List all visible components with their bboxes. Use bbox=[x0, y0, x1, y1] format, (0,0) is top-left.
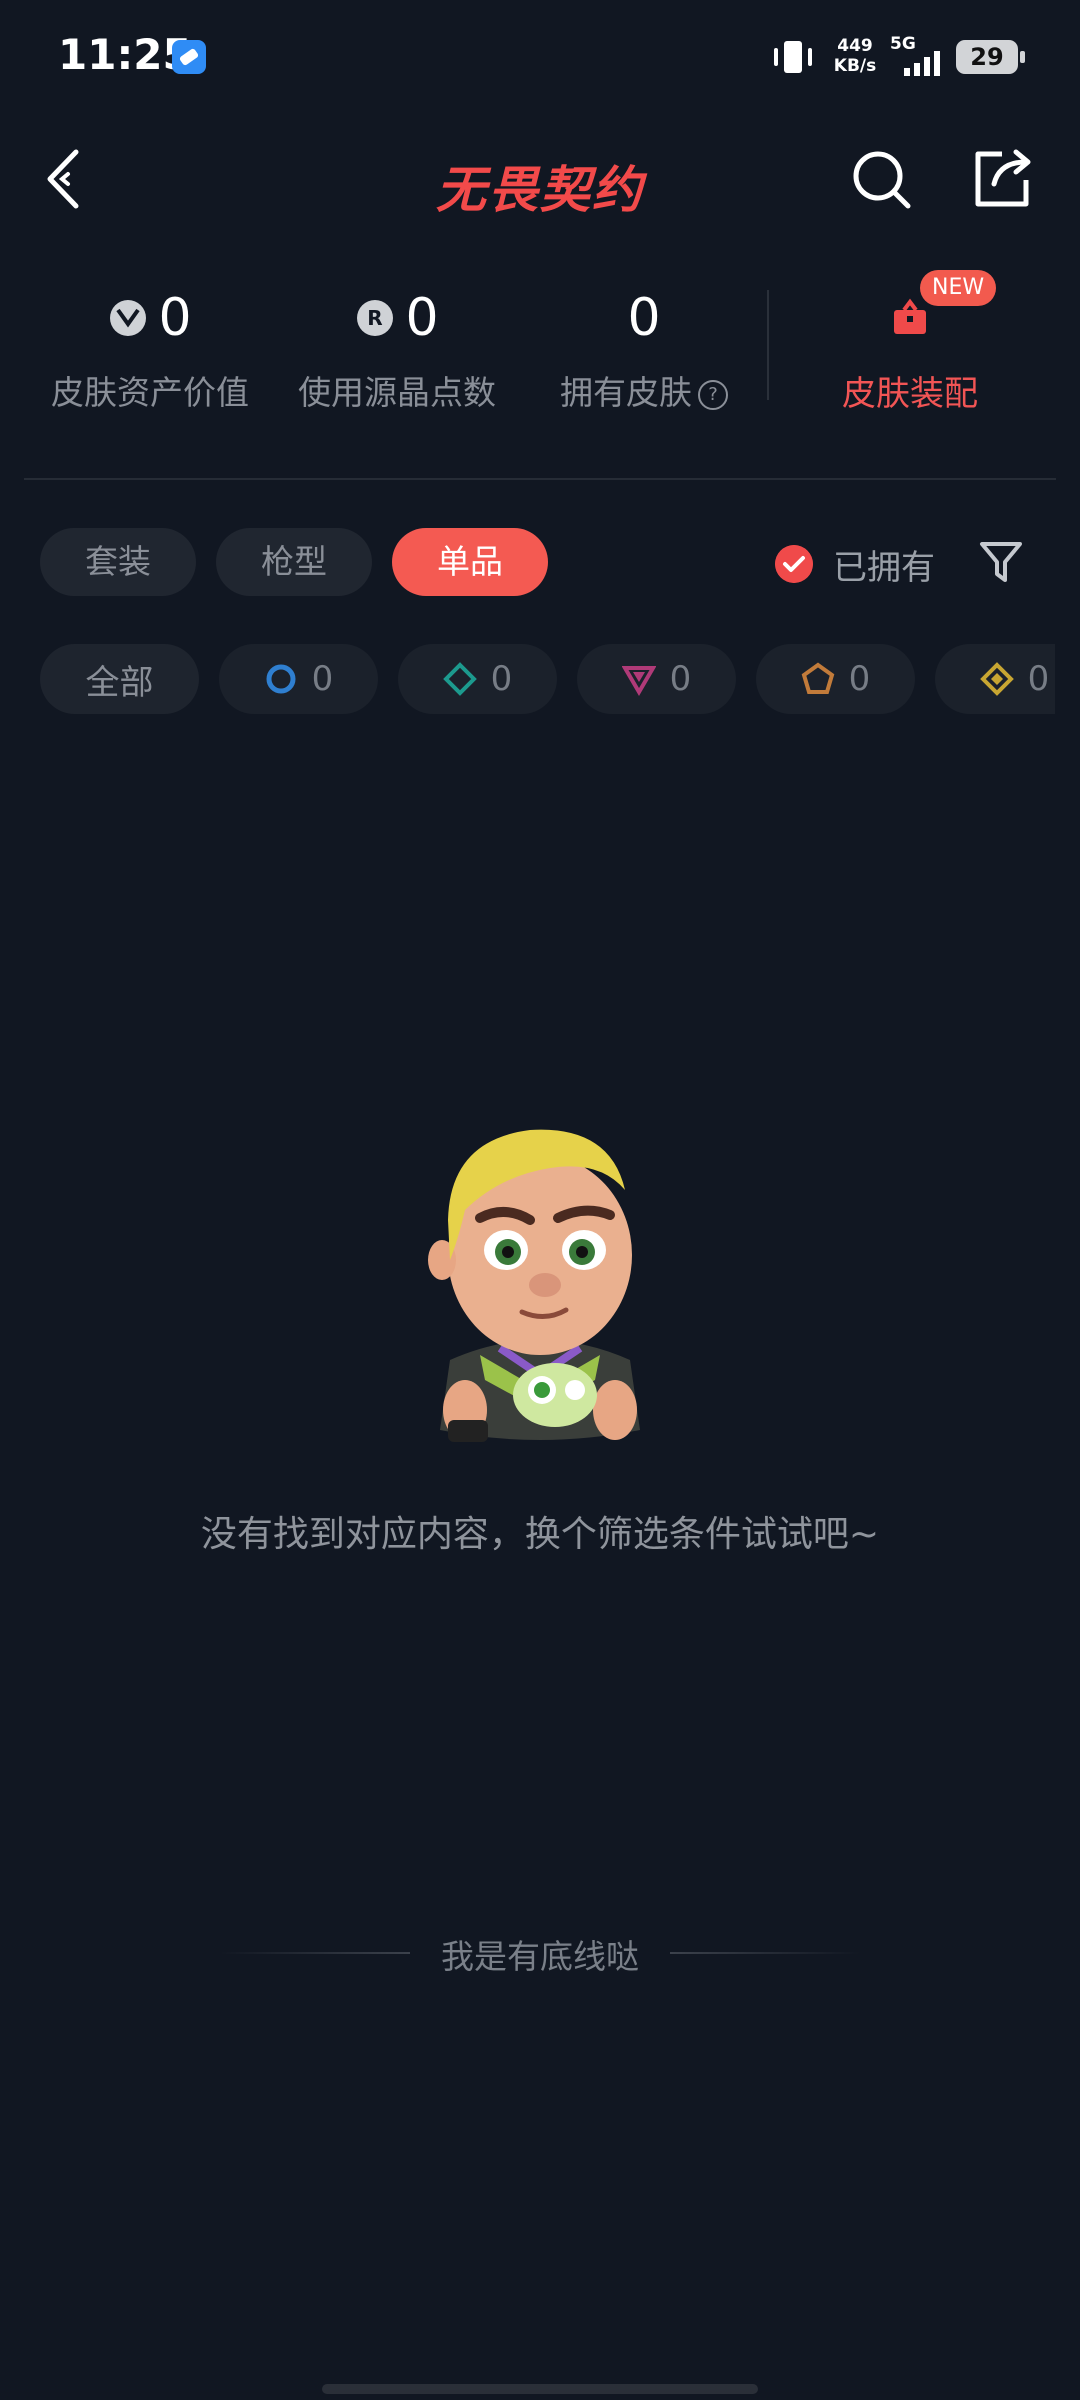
filter-icon[interactable] bbox=[978, 538, 1024, 586]
stats-divider bbox=[767, 290, 769, 400]
radianite-label: 使用源晶点数 bbox=[298, 373, 496, 412]
rarity-count: 0 bbox=[669, 659, 692, 699]
rarity-filter-select[interactable]: 0 bbox=[219, 644, 378, 714]
triangle-tier-icon bbox=[621, 666, 656, 696]
tab-bundle[interactable]: 套装 bbox=[40, 528, 196, 596]
rarity-filter-exclusive[interactable]: 0 bbox=[935, 644, 1055, 714]
app-notification-icon bbox=[172, 40, 206, 74]
stat-owned-skins: 0 拥有皮肤? bbox=[519, 280, 769, 414]
rarity-count: 0 bbox=[1027, 659, 1050, 699]
status-bar: 11:25 449 KB/s 5G 29 bbox=[0, 0, 1080, 110]
section-divider bbox=[24, 478, 1056, 480]
pentagon-tier-icon bbox=[801, 662, 834, 694]
asset-value: 0 bbox=[158, 288, 192, 348]
skin-equip-label: 皮肤装配 bbox=[842, 374, 978, 414]
search-icon[interactable] bbox=[850, 148, 914, 212]
rarity-filter-row: 全部 0 0 0 0 0 bbox=[40, 644, 1055, 714]
empty-state-message: 没有找到对应内容，换个筛选条件试试吧~ bbox=[200, 1514, 880, 1555]
stats-panel: 0 皮肤资产价值 R 0 使用源晶点数 0 拥有皮肤? NEW 皮肤装配 bbox=[0, 270, 1080, 430]
header: 无畏契约 bbox=[0, 120, 1080, 240]
circle-tier-icon bbox=[266, 664, 296, 694]
diamond-tier-icon bbox=[442, 662, 477, 696]
signal-icon bbox=[904, 51, 940, 76]
rarity-filter-deluxe[interactable]: 0 bbox=[398, 644, 557, 714]
help-icon[interactable]: ? bbox=[698, 380, 728, 410]
home-indicator[interactable] bbox=[322, 2384, 758, 2394]
checkmark-icon bbox=[775, 545, 813, 583]
skin-equip-button[interactable]: NEW 皮肤装配 bbox=[800, 270, 1020, 415]
owned-skins-value: 0 bbox=[627, 288, 661, 348]
owned-filter-toggle[interactable]: 已拥有 bbox=[775, 540, 935, 588]
divider-line-right bbox=[670, 1952, 860, 1954]
empty-state-mascot-image bbox=[428, 1129, 640, 1442]
new-badge: NEW bbox=[920, 270, 997, 306]
wardrobe-icon bbox=[894, 298, 926, 334]
page-title: 无畏契约 bbox=[436, 161, 644, 219]
asset-value-label: 皮肤资产价值 bbox=[51, 373, 249, 412]
diamond-gold-tier-icon bbox=[979, 662, 1014, 696]
rarity-count: 0 bbox=[848, 659, 871, 699]
network-speed: 449 KB/s bbox=[833, 36, 877, 76]
rarity-count: 0 bbox=[311, 659, 334, 699]
owned-filter-label: 已拥有 bbox=[833, 547, 935, 588]
rarity-filter-premium[interactable]: 0 bbox=[577, 644, 736, 714]
battery-icon: 29 bbox=[956, 40, 1025, 74]
rarity-filter-all[interactable]: 全部 bbox=[40, 644, 199, 714]
radianite-value: 0 bbox=[405, 288, 439, 348]
end-of-list-indicator: 我是有底线哒 bbox=[220, 1930, 860, 1976]
stat-asset-value: 0 皮肤资产价值 bbox=[25, 280, 275, 414]
svg-text:R: R bbox=[368, 306, 383, 330]
tab-weapon-type[interactable]: 枪型 bbox=[216, 528, 372, 596]
type-tabs: 套装 枪型 单品 bbox=[40, 528, 548, 596]
rarity-count: 0 bbox=[490, 659, 513, 699]
vibrate-icon bbox=[774, 41, 812, 73]
rarity-filter-ultra[interactable]: 0 bbox=[756, 644, 915, 714]
end-of-list-text: 我是有底线哒 bbox=[441, 1937, 639, 1976]
valorant-points-icon bbox=[110, 300, 147, 336]
owned-skins-label: 拥有皮肤? bbox=[519, 366, 769, 414]
share-icon[interactable] bbox=[972, 146, 1034, 210]
stat-radianite-points: R 0 使用源晶点数 bbox=[272, 280, 522, 414]
radianite-points-icon: R bbox=[357, 300, 394, 336]
tab-single-item[interactable]: 单品 bbox=[392, 528, 548, 596]
